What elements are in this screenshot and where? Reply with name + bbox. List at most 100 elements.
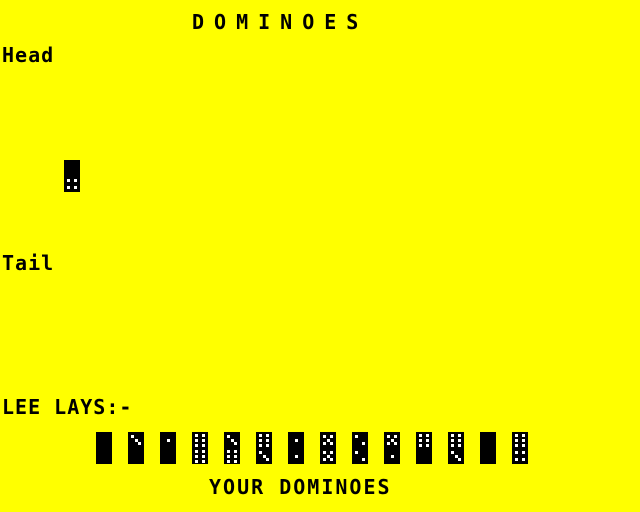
player-hand: [96, 432, 536, 466]
hand-domino[interactable]: [512, 432, 528, 464]
top-pip: [195, 439, 198, 442]
bottom-pip: [202, 450, 205, 453]
top-pip: [259, 439, 262, 442]
hand-domino[interactable]: [128, 432, 144, 464]
top-pip: [323, 435, 326, 438]
bottom-pip: [195, 460, 198, 463]
bottom-pip: [330, 458, 333, 461]
hand-domino[interactable]: [192, 432, 208, 464]
bottom-pip: [227, 455, 230, 458]
bottom-pip: [227, 450, 230, 453]
bottom-pip: [67, 179, 70, 182]
bottom-pip: [67, 186, 70, 189]
top-pip: [227, 435, 230, 438]
top-pip: [458, 434, 461, 437]
bottom-pip: [227, 460, 230, 463]
top-pip: [202, 444, 205, 447]
hand-domino[interactable]: [352, 432, 368, 464]
bottom-pip: [391, 455, 394, 458]
hand-domino[interactable]: [480, 432, 496, 464]
hand-domino[interactable]: [448, 432, 464, 464]
game-title: DOMINOES: [192, 10, 369, 34]
bottom-pip: [451, 451, 454, 454]
bottom-pip: [234, 460, 237, 463]
top-pip: [266, 434, 269, 437]
top-pip: [458, 439, 461, 442]
top-pip: [451, 434, 454, 437]
top-pip: [419, 439, 422, 442]
top-pip: [515, 439, 518, 442]
bottom-pip: [515, 451, 518, 454]
top-pip: [458, 444, 461, 447]
hand-domino[interactable]: [384, 432, 400, 464]
hand-domino[interactable]: [96, 432, 112, 464]
top-pip: [522, 444, 525, 447]
bottom-pip: [195, 450, 198, 453]
opponent-lays-label: LEE LAYS:-: [2, 395, 133, 419]
top-pip: [202, 434, 205, 437]
hand-domino[interactable]: [160, 432, 176, 464]
bottom-pip: [74, 179, 77, 182]
top-pip: [266, 444, 269, 447]
top-pip: [394, 442, 397, 445]
bottom-pip: [266, 458, 269, 461]
top-pip: [259, 434, 262, 437]
bottom-pip: [323, 451, 326, 454]
top-pip: [167, 439, 170, 442]
bottom-pip: [295, 455, 298, 458]
head-domino: [64, 160, 80, 192]
top-pip: [419, 444, 422, 447]
bottom-pip: [259, 451, 262, 454]
top-pip: [387, 435, 390, 438]
bottom-pip: [522, 451, 525, 454]
bottom-pip: [362, 458, 365, 461]
top-pip: [362, 442, 365, 445]
bottom-pip: [234, 455, 237, 458]
top-pip: [387, 442, 390, 445]
top-pip: [426, 439, 429, 442]
hand-domino[interactable]: [416, 432, 432, 464]
top-pip: [515, 444, 518, 447]
top-pip: [330, 442, 333, 445]
top-pip: [266, 439, 269, 442]
top-pip: [355, 435, 358, 438]
top-pip: [426, 444, 429, 447]
bottom-pip: [202, 460, 205, 463]
head-label: Head: [2, 43, 55, 67]
bottom-pip: [74, 186, 77, 189]
top-pip: [295, 439, 298, 442]
top-pip: [515, 434, 518, 437]
top-pip: [451, 439, 454, 442]
bottom-pip: [330, 451, 333, 454]
top-pip: [202, 439, 205, 442]
top-pip: [426, 434, 429, 437]
hand-domino[interactable]: [320, 432, 336, 464]
top-pip: [451, 444, 454, 447]
your-dominoes-label: YOUR DOMINOES: [209, 475, 392, 499]
hand-domino[interactable]: [256, 432, 272, 464]
bottom-pip: [522, 458, 525, 461]
top-pip: [419, 434, 422, 437]
bottom-pip: [515, 458, 518, 461]
top-pip: [138, 442, 141, 445]
bottom-pip: [458, 458, 461, 461]
top-pip: [234, 442, 237, 445]
top-pip: [131, 435, 134, 438]
bottom-pip: [355, 451, 358, 454]
bottom-pip: [234, 450, 237, 453]
top-pip: [259, 444, 262, 447]
game-screen: DOMINOES Head Tail LEE LAYS:- YOUR DOMIN…: [0, 0, 640, 512]
hand-domino[interactable]: [224, 432, 240, 464]
top-pip: [195, 434, 198, 437]
top-pip: [522, 434, 525, 437]
tail-label: Tail: [2, 251, 55, 275]
bottom-pip: [202, 455, 205, 458]
top-pip: [330, 435, 333, 438]
bottom-pip: [195, 455, 198, 458]
top-pip: [323, 442, 326, 445]
hand-domino[interactable]: [288, 432, 304, 464]
bottom-pip: [323, 458, 326, 461]
top-pip: [195, 444, 198, 447]
top-pip: [394, 435, 397, 438]
top-pip: [522, 439, 525, 442]
